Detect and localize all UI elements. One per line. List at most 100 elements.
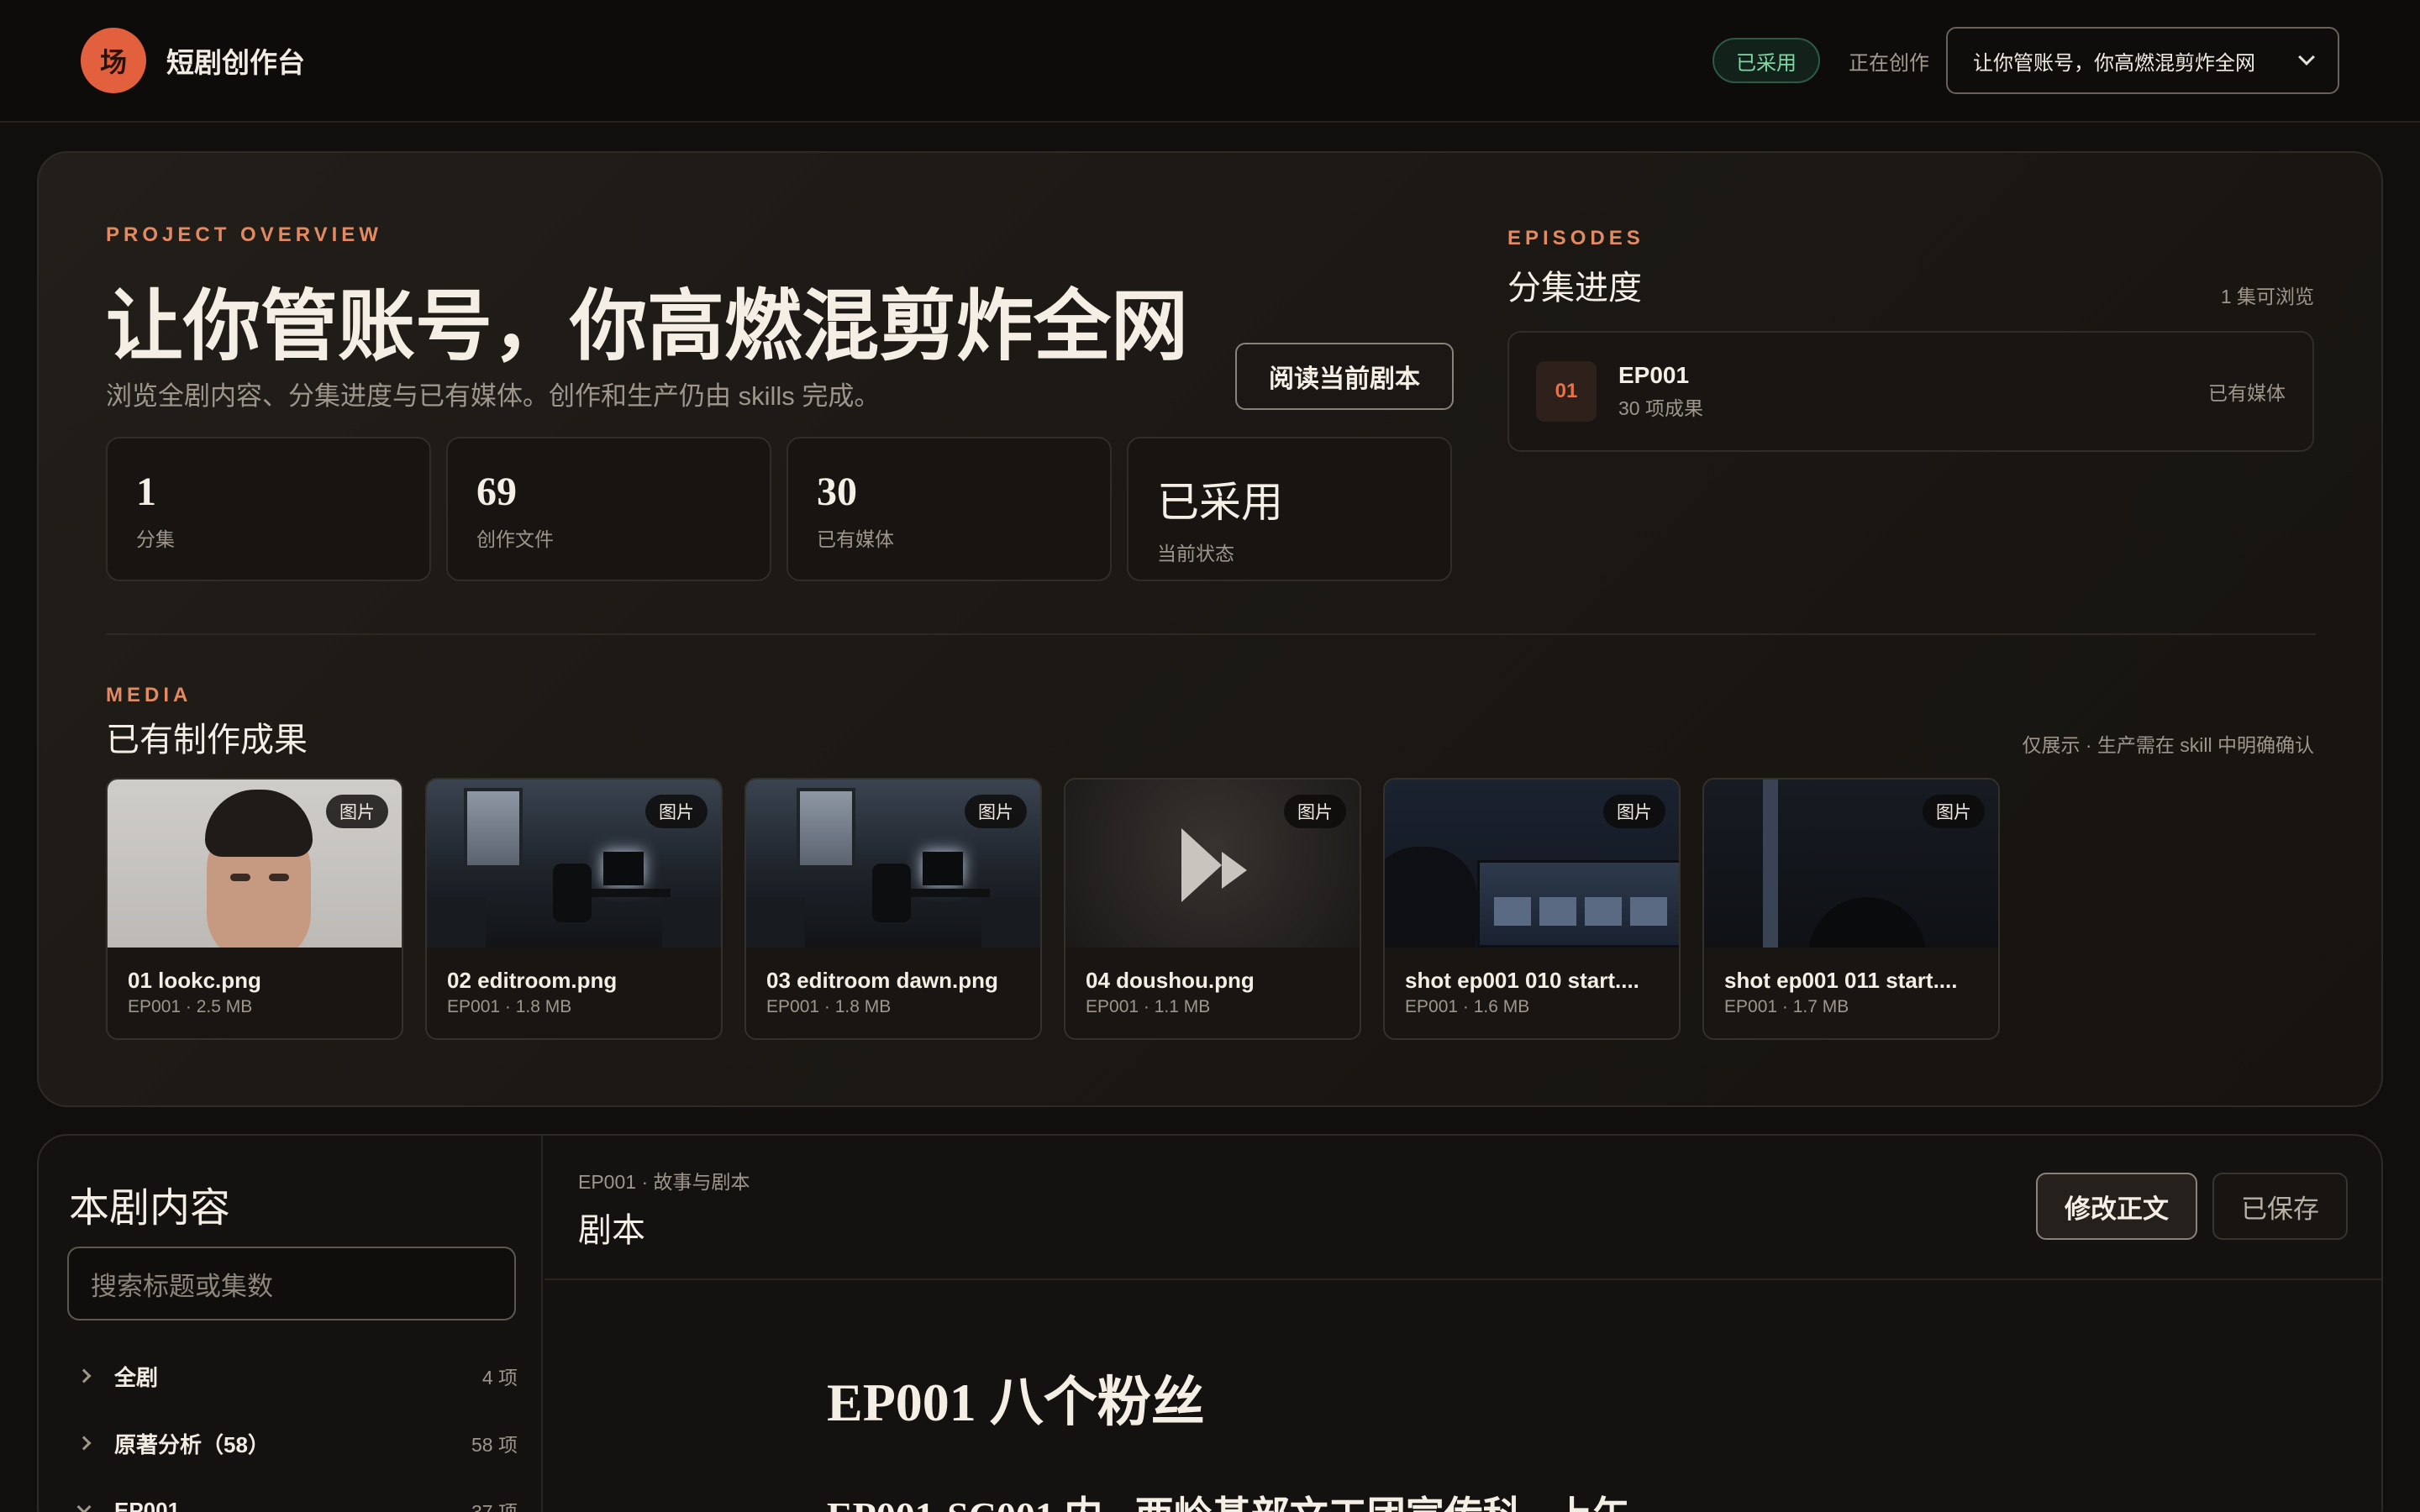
- project-select[interactable]: 让你管账号，你高燃混剪炸全网: [1946, 27, 2339, 94]
- sidebar-title: 本剧内容: [69, 1186, 231, 1231]
- chevron-right-icon: [76, 1436, 92, 1451]
- top-bar: 场 短剧创作台 已采用 正在创作 让你管账号，你高燃混剪炸全网: [0, 0, 2420, 123]
- tree-item-count: 4 项: [481, 1367, 518, 1389]
- search-input[interactable]: 搜索标题或集数: [67, 1247, 516, 1320]
- eye-shape: [269, 874, 289, 881]
- saved-button[interactable]: 已保存: [2212, 1173, 2348, 1240]
- stat-label: 创作文件: [476, 528, 554, 550]
- media-card[interactable]: 图片 01 lookc.png EP001 · 2.5 MB: [106, 778, 403, 1040]
- play-icon-small: [1222, 852, 1247, 889]
- media-type-tag: 图片: [326, 795, 388, 828]
- creating-label: 正在创作: [1849, 51, 1929, 75]
- episodes-count: 1 集可浏览: [2220, 286, 2314, 307]
- eye-shape: [230, 874, 250, 881]
- media-card[interactable]: 图片 shot ep001 010 start.... EP001 · 1.6 …: [1383, 778, 1681, 1040]
- chevron-down-icon: [2298, 49, 2315, 66]
- media-name: shot ep001 010 start....: [1405, 968, 1639, 993]
- play-icon: [1181, 828, 1222, 902]
- stat-value: 69: [476, 470, 517, 514]
- media-thumbnail: 图片: [108, 780, 402, 948]
- media-card[interactable]: 图片 shot ep001 011 start.... EP001 · 1.7 …: [1702, 778, 2000, 1040]
- tree-item-label: EP001: [114, 1497, 181, 1512]
- media-meta: EP001 · 1.7 MB: [1724, 997, 1849, 1016]
- screen-tile: [1494, 897, 1531, 926]
- media-meta: EP001 · 1.8 MB: [766, 997, 892, 1016]
- tree-item-count: 37 项: [471, 1501, 518, 1512]
- tree-item-label: 原著分析（58）: [114, 1431, 270, 1457]
- episode-info: EP001 30 项成果: [1618, 362, 1703, 421]
- window-shape: [797, 788, 855, 869]
- window-shape: [464, 788, 523, 869]
- media-name: shot ep001 011 start....: [1724, 968, 1958, 993]
- media-name: 03 editroom dawn.png: [766, 968, 998, 993]
- media-note: 仅展示 · 生产需在 skill 中明确确认: [2022, 734, 2314, 756]
- editor-header: EP001 · 故事与剧本 剧本 修改正文 已保存: [544, 1136, 2381, 1280]
- editor-title: 剧本: [578, 1211, 645, 1249]
- content-sidebar: 本剧内容 搜索标题或集数 全剧 4 项 原著分析（58） 58 项 EP001 …: [39, 1136, 543, 1512]
- monitor-shape: [603, 852, 644, 885]
- chair-shape: [872, 864, 911, 922]
- breadcrumb: EP001 · 故事与剧本: [578, 1171, 750, 1193]
- hair-shape: [205, 790, 313, 857]
- tree-item-ep001[interactable]: EP001 37 项: [76, 1477, 518, 1512]
- episodes-title: 分集进度: [1507, 269, 1642, 307]
- media-thumbnail: 图片: [427, 780, 721, 948]
- tree-item-all[interactable]: 全剧 4 项: [76, 1342, 518, 1410]
- media-card[interactable]: 图片 02 editroom.png EP001 · 1.8 MB: [425, 778, 723, 1040]
- media-thumbnail: 图片: [1704, 780, 1998, 948]
- content-panel: 本剧内容 搜索标题或集数 全剧 4 项 原著分析（58） 58 项 EP001 …: [37, 1134, 2383, 1512]
- stat-episodes: 1 分集: [106, 437, 431, 581]
- episode-status: 已有媒体: [2208, 382, 2286, 404]
- media-meta: EP001 · 1.1 MB: [1086, 997, 1211, 1016]
- episodes-kicker: EPISODES: [1507, 227, 1644, 249]
- stat-value: 30: [817, 470, 857, 514]
- app-logo[interactable]: 场: [81, 28, 146, 93]
- media-card[interactable]: 图片 04 doushou.png EP001 · 1.1 MB: [1064, 778, 1361, 1040]
- box-shape: [427, 897, 486, 948]
- project-title: 让你管账号，你高燃混剪炸全网: [106, 284, 1189, 370]
- tree-item-analysis[interactable]: 原著分析（58） 58 项: [76, 1410, 518, 1477]
- media-type-tag: 图片: [645, 795, 708, 828]
- read-script-button[interactable]: 阅读当前剧本: [1235, 343, 1454, 410]
- stat-media: 30 已有媒体: [786, 437, 1112, 581]
- media-type-tag: 图片: [1603, 795, 1665, 828]
- project-subtitle: 浏览全剧内容、分集进度与已有媒体。创作和生产仍由 skills 完成。: [106, 381, 881, 411]
- media-name: 04 doushou.png: [1086, 968, 1255, 993]
- editor-actions: 修改正文 已保存: [2036, 1173, 2348, 1240]
- media-title: 已有制作成果: [106, 721, 308, 759]
- episode-row[interactable]: 01 EP001 30 项成果 已有媒体: [1507, 331, 2314, 452]
- stat-label: 当前状态: [1157, 543, 1234, 564]
- screen-tile: [1630, 897, 1667, 926]
- stat-label: 已有媒体: [817, 528, 894, 550]
- stat-value: 1: [136, 470, 156, 514]
- scene-heading: EP001-SC001 内 · 西岭基部文工团宣传科 · 上午: [827, 1485, 1631, 1512]
- episodes-panel: EPISODES 分集进度 1 集可浏览 01 EP001 30 项成果 已有媒…: [1507, 227, 2314, 452]
- stat-status: 已采用 当前状态: [1127, 437, 1452, 581]
- media-name: 02 editroom.png: [447, 968, 618, 993]
- edit-text-button[interactable]: 修改正文: [2036, 1173, 2197, 1240]
- content-tree: 全剧 4 项 原著分析（58） 58 项 EP001 37 项: [76, 1342, 518, 1512]
- tree-item-label: 全剧: [114, 1364, 159, 1390]
- chair-shape: [553, 864, 592, 922]
- episode-number: 01: [1536, 361, 1597, 422]
- monitor-shape: [923, 852, 963, 885]
- status-badge: 已采用: [1712, 38, 1820, 83]
- divider: [106, 633, 2316, 635]
- media-thumbnail: 图片: [1065, 780, 1360, 948]
- media-type-tag: 图片: [1923, 795, 1985, 828]
- screen-tile: [1539, 897, 1576, 926]
- media-meta: EP001 · 1.8 MB: [447, 997, 572, 1016]
- screen-tile: [1585, 897, 1622, 926]
- project-overview-card: PROJECT OVERVIEW 让你管账号，你高燃混剪炸全网 浏览全剧内容、分…: [37, 151, 2383, 1107]
- media-grid: 图片 01 lookc.png EP001 · 2.5 MB 图片 02 edi…: [106, 778, 2000, 1040]
- stats-row: 1 分集 69 创作文件 30 已有媒体 已采用 当前状态: [106, 437, 1452, 581]
- media-type-tag: 图片: [965, 795, 1027, 828]
- media-card[interactable]: 图片 03 editroom dawn.png EP001 · 1.8 MB: [744, 778, 1042, 1040]
- episode-name: EP001: [1618, 362, 1690, 388]
- tree-item-count: 58 项: [471, 1434, 518, 1456]
- overview-kicker: PROJECT OVERVIEW: [106, 223, 382, 246]
- episodes-header: 分集进度 1 集可浏览: [1507, 260, 2314, 309]
- box-shape: [981, 897, 1040, 948]
- episode-meta: 30 项成果: [1618, 397, 1703, 419]
- media-type-tag: 图片: [1284, 795, 1346, 828]
